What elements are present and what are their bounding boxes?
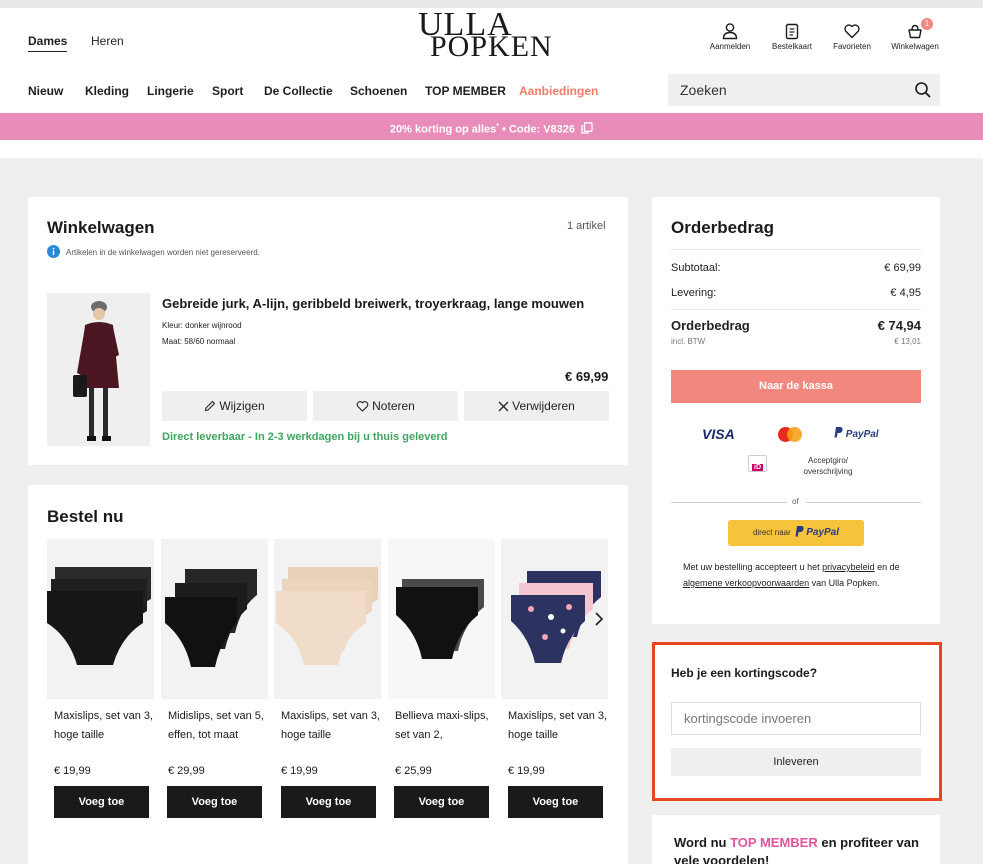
cart-item-color: Kleur: donker wijnrood (162, 321, 242, 330)
edit-button[interactable]: Wijzigen (162, 391, 307, 421)
legal-notice: Met uw bestelling accepteert u het priva… (683, 562, 900, 588)
product-name[interactable]: Maxislips, set van 3, hoge taille (508, 707, 608, 745)
order-summary-title: Orderbedrag (671, 218, 774, 237)
vat-row: incl. BTW € 13,01 (671, 337, 921, 346)
chevron-right-icon[interactable] (594, 612, 604, 626)
copy-icon[interactable] (581, 121, 593, 134)
remove-button[interactable]: Verwijderen (464, 391, 609, 421)
divider (671, 309, 921, 310)
add-to-cart-button[interactable]: Voeg toe (167, 786, 262, 818)
paypal-icon (834, 427, 843, 438)
cart-item-price: € 69,99 (565, 369, 609, 384)
promo-banner[interactable]: 20% korting op alles* • Code: V8326 (0, 113, 983, 140)
visa-logo: VISA (702, 426, 735, 442)
gender-tab-heren[interactable]: Heren (91, 34, 124, 48)
divider (806, 502, 921, 503)
dress-model-picture (47, 293, 150, 446)
nav-aanbiedingen[interactable]: Aanbiedingen (519, 84, 598, 98)
product-name[interactable]: Maxislips, set van 3, hoge taille (281, 707, 381, 745)
add-to-cart-button[interactable]: Voeg toe (54, 786, 149, 818)
paypal-icon (795, 526, 804, 537)
add-to-cart-button[interactable]: Voeg toe (394, 786, 489, 818)
nav-schoenen[interactable]: Schoenen (350, 84, 407, 98)
heart-icon (844, 24, 860, 39)
product-image[interactable] (274, 539, 381, 699)
search-icon[interactable] (914, 81, 932, 99)
favorites-link[interactable]: Favorieten (822, 22, 882, 51)
discount-title: Heb je een kortingscode? (671, 666, 818, 680)
heart-icon (356, 401, 369, 412)
product-image[interactable] (161, 539, 268, 699)
promo-spacer (0, 140, 983, 158)
mastercard-logo (778, 427, 802, 442)
cart-item-image[interactable] (47, 293, 150, 446)
delivery-status: Direct leverbaar - In 2-3 werkdagen bij … (162, 431, 448, 443)
recommendations-title: Bestel nu (47, 507, 124, 526)
product-price: € 19,99 (54, 765, 91, 777)
product-image[interactable] (501, 539, 608, 699)
product-price: € 19,99 (508, 765, 545, 777)
product-price: € 19,99 (281, 765, 318, 777)
user-icon (722, 23, 738, 40)
pencil-icon (205, 400, 216, 412)
order-card-link[interactable]: Bestelkaart (762, 22, 822, 51)
product-name[interactable]: Midislips, set van 5, effen, tot maat (168, 707, 268, 745)
add-to-cart-button[interactable]: Voeg toe (508, 786, 603, 818)
product-price: € 25,99 (395, 765, 432, 777)
add-to-cart-button[interactable]: Voeg toe (281, 786, 376, 818)
close-icon (498, 401, 509, 412)
cart-notice: Artikelen in de winkelwagen worden niet … (66, 248, 260, 257)
discount-code-input[interactable] (672, 703, 920, 734)
cart-title: Winkelwagen (47, 218, 155, 237)
cart-count-badge: 1 (921, 18, 933, 30)
discount-code-field[interactable] (671, 702, 921, 735)
product-name[interactable]: Maxislips, set van 3, hoge taille (54, 707, 154, 745)
search-bar[interactable]: Zoeken (668, 74, 940, 106)
checkout-button[interactable]: Naar de kassa (671, 370, 921, 403)
product-price: € 29,99 (168, 765, 205, 777)
gender-tab-dames[interactable]: Dames (28, 34, 68, 52)
account-link[interactable]: Aanmelden (700, 22, 760, 51)
delivery-row: Levering: € 4,95 (671, 287, 921, 299)
or-separator: of (792, 497, 799, 506)
nav-lingerie[interactable]: Lingerie (147, 84, 194, 98)
nav-sport[interactable]: Sport (212, 84, 243, 98)
product-name[interactable]: Bellieva maxi-slips, set van 2, (395, 707, 495, 745)
black-shaper-briefs-picture (388, 539, 495, 699)
black-briefs-picture (47, 539, 154, 699)
ideal-logo: iD (748, 455, 767, 472)
acceptgiro-label: Acceptgiro/ overschrijving (803, 456, 853, 476)
redeem-button[interactable]: Inleveren (671, 748, 921, 776)
product-image[interactable] (388, 539, 495, 699)
search-input[interactable]: Zoeken (680, 82, 727, 98)
paypal-checkout-button[interactable]: direct naar PayPal (728, 520, 864, 546)
cart-item-count: 1 artikel (567, 220, 606, 232)
cart-item-size: Maat: 58/60 normaal (162, 337, 236, 346)
terms-link[interactable]: algemene verkoopvoorwaarden (683, 578, 809, 588)
beige-briefs-picture (274, 539, 381, 699)
order-card-icon (785, 23, 799, 40)
paypal-logo: PayPal (834, 427, 879, 440)
divider (671, 249, 921, 250)
privacy-policy-link[interactable]: privacybeleid (822, 562, 875, 572)
divider (671, 502, 787, 503)
nav-kleding[interactable]: Kleding (85, 84, 129, 98)
nav-de-collectie[interactable]: De Collectie (264, 84, 333, 98)
subtotal-row: Subtotaal: € 69,99 (671, 262, 921, 274)
nav-top-member[interactable]: TOP MEMBER (425, 84, 506, 98)
info-icon (47, 245, 60, 258)
black-briefs-picture (161, 539, 268, 699)
total-row: Orderbedrag € 74,94 (671, 318, 921, 333)
product-image[interactable] (47, 539, 154, 699)
printed-briefs-picture (501, 539, 608, 699)
cart-item-name[interactable]: Gebreide jurk, A-lijn, geribbeld breiwer… (162, 296, 602, 311)
cart-link[interactable]: 1 Winkelwagen (885, 18, 945, 51)
ulla-popken-logo[interactable]: ULLA POPKEN (418, 8, 553, 62)
top-member-text: Word nu TOP MEMBER en profiteer van vele … (674, 835, 919, 864)
note-button[interactable]: Noteren (313, 391, 458, 421)
nav-nieuw[interactable]: Nieuw (28, 84, 63, 98)
